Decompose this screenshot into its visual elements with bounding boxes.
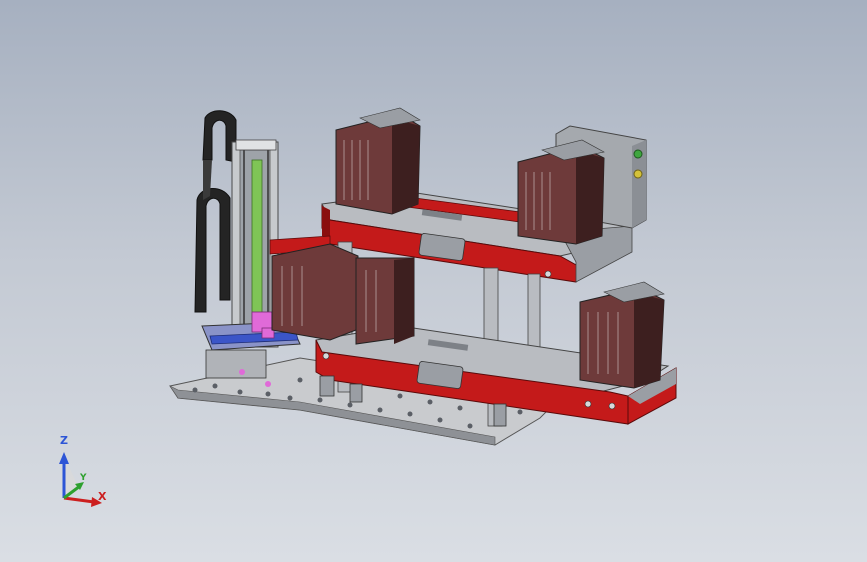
assembly-model[interactable] — [0, 0, 867, 562]
y-axis-label: Y — [80, 473, 87, 483]
indicator-led-green — [633, 149, 643, 159]
coordinate-triad: Z Y X — [50, 434, 120, 510]
upper-frame-red-left — [322, 206, 330, 240]
magazine-upper-right[interactable] — [517, 139, 605, 245]
x-axis-label: X — [98, 490, 107, 503]
z-axis-arrowhead — [59, 452, 69, 464]
x-axis-arrow — [63, 496, 95, 504]
z-axis-label: Z — [60, 434, 68, 447]
cable-chain-lower[interactable] — [194, 188, 231, 313]
magazine-upper-left[interactable] — [335, 107, 421, 215]
green-rail[interactable] — [251, 159, 263, 321]
axis-top-cap — [235, 139, 277, 151]
indicator-led-yellow — [633, 169, 643, 179]
carriage-bracket — [205, 349, 267, 379]
cad-graphics-viewport[interactable]: Z Y X — [0, 0, 867, 562]
magazine-lower-left[interactable] — [271, 243, 415, 345]
magazine-lower-right[interactable] — [579, 281, 665, 389]
cable-chain-upper[interactable] — [202, 110, 237, 163]
